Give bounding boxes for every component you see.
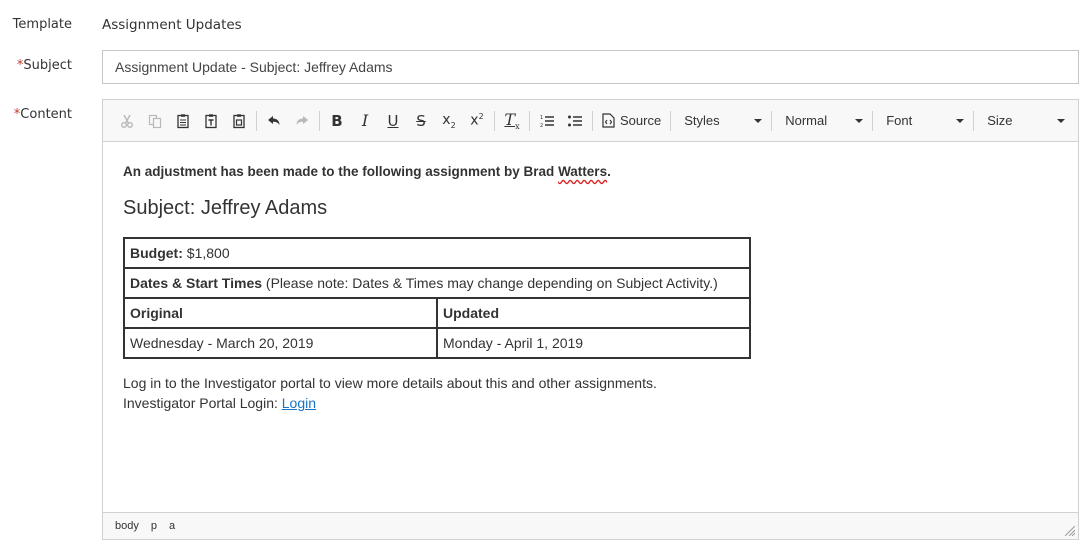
assignment-table: Budget: $1,800 Dates & Start Times (Plea… [123,237,751,359]
toolbar-separator [256,110,257,131]
toolbar-separator [494,110,495,131]
underline-icon: U [387,111,399,130]
source-label: Source [620,113,662,128]
budget-cell: Budget: $1,800 [123,237,751,269]
subscript-button[interactable]: x2 [435,107,463,135]
chevron-down-icon [754,118,763,123]
scissors-icon [121,114,133,128]
table-row: Wednesday - March 20, 2019 Monday - Apri… [123,327,751,359]
budget-label: Budget: [130,245,183,261]
editor-toolbar: B I U S x2 x2 Tx 12 Source Styles Normal [103,100,1078,142]
paste-text-icon [205,113,217,128]
format-dropdown[interactable]: Normal [775,107,869,135]
template-label: Template [12,17,72,32]
path-item-p[interactable]: p [151,520,157,532]
path-item-a[interactable]: a [169,520,175,532]
table-row: Dates & Start Times (Please note: Dates … [123,267,751,299]
original-date-cell: Wednesday - March 20, 2019 [123,327,438,359]
content-label: *Content [0,107,72,122]
styles-label: Styles [684,113,720,128]
bold-icon: B [331,111,343,130]
resize-grip-icon[interactable] [1065,526,1075,536]
updated-date-cell: Monday - April 1, 2019 [436,327,751,359]
spellcheck-word: Watters [558,164,608,179]
toolbar-separator [592,110,593,131]
italic-icon: I [361,111,369,130]
numbered-list-icon: 12 [540,115,554,129]
bold-button[interactable]: B [323,107,351,135]
toolbar-separator [973,110,975,131]
footer-paragraph: Log in to the Investigator portal to vie… [123,373,1058,413]
size-label: Size [987,113,1013,128]
paste-word-button[interactable] [225,107,253,135]
toolbar-separator [529,110,530,131]
dates-cell: Dates & Start Times (Please note: Dates … [123,267,751,299]
login-link[interactable]: Login [282,395,316,411]
original-header: Original [123,297,438,329]
intro-prefix: An adjustment has been made to the follo… [123,164,559,179]
source-button[interactable]: Source [596,107,667,135]
budget-value: $1,800 [182,245,230,261]
strikethrough-icon: S [416,111,426,130]
remove-format-icon: Tx [504,109,520,132]
clipboard-icon [177,113,189,128]
intro-suffix: . [607,164,611,179]
toolbar-separator [319,110,320,131]
updated-header: Updated [436,297,751,329]
footer-line: Investigator Portal Login: Login [123,393,1058,413]
format-label: Normal [785,113,828,128]
content-label-text: Content [20,107,72,122]
intro-paragraph: An adjustment has been made to the follo… [123,164,1058,179]
undo-button[interactable] [260,107,288,135]
font-label: Font [886,113,913,128]
chevron-down-icon [1057,118,1066,123]
element-path-bar: body p a [103,512,1078,539]
styles-dropdown[interactable]: Styles [674,107,768,135]
subject-label: *Subject [0,58,72,73]
chevron-down-icon [956,118,965,123]
remove-format-button[interactable]: Tx [498,107,526,135]
toolbar-separator [670,110,672,131]
size-dropdown[interactable]: Size [977,107,1071,135]
underline-button[interactable]: U [379,107,407,135]
copy-button[interactable] [141,107,169,135]
superscript-icon: x2 [470,112,484,129]
font-dropdown[interactable]: Font [876,107,970,135]
subscript-icon: x2 [442,111,456,130]
svg-text:2: 2 [540,123,543,129]
source-icon [602,113,615,128]
subject-label-text: Subject [23,58,72,73]
bulleted-list-icon [568,115,582,126]
redo-icon [296,115,308,125]
rich-text-editor: B I U S x2 x2 Tx 12 Source Styles Normal [102,99,1079,540]
undo-icon [268,115,280,125]
paste-button[interactable] [169,107,197,135]
table-row: Original Updated [123,297,751,329]
subject-heading: Subject: Jeffrey Adams [123,197,328,219]
footer-line: Log in to the Investigator portal to vie… [123,375,657,391]
strikethrough-button[interactable]: S [407,107,435,135]
dates-note: (Please note: Dates & Times may change d… [262,275,718,291]
path-item-body[interactable]: body [115,520,139,532]
redo-button[interactable] [288,107,316,135]
paste-word-icon [233,113,245,128]
numbered-list-button[interactable]: 12 [533,107,561,135]
paste-text-button[interactable] [197,107,225,135]
superscript-button[interactable]: x2 [463,107,491,135]
chevron-down-icon [855,118,864,123]
svg-text:1: 1 [540,115,543,121]
subject-input[interactable] [102,50,1079,84]
table-row: Budget: $1,800 [123,237,751,269]
template-value: Assignment Updates [102,17,242,33]
dates-label: Dates & Start Times [130,275,263,291]
bulleted-list-button[interactable] [561,107,589,135]
editor-content[interactable]: An adjustment has been made to the follo… [103,142,1078,413]
toolbar-separator [872,110,874,131]
login-prefix: Investigator Portal Login: [123,395,282,411]
italic-button[interactable]: I [351,107,379,135]
toolbar-separator [771,110,773,131]
cut-button[interactable] [113,107,141,135]
copy-icon [148,114,162,128]
